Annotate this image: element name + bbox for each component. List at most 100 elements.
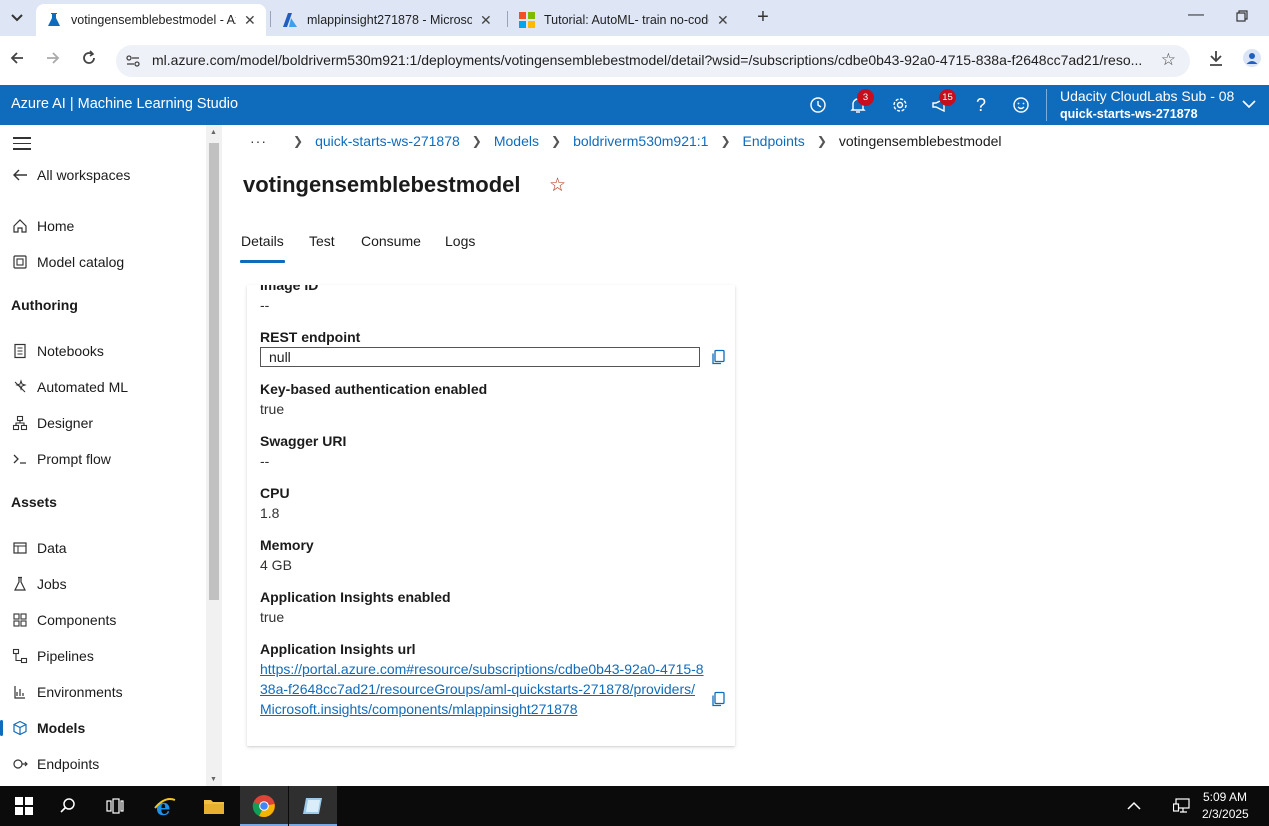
account-chevron-down-icon[interactable] bbox=[1242, 97, 1256, 111]
environments-icon bbox=[11, 683, 29, 701]
tab-logs[interactable]: Logs bbox=[445, 233, 475, 249]
sidebar-item-label: Model catalog bbox=[37, 254, 125, 270]
feedback-megaphone-icon[interactable]: 15 bbox=[930, 89, 956, 115]
reload-icon[interactable] bbox=[78, 49, 100, 71]
tab-test[interactable]: Test bbox=[309, 233, 335, 249]
restore-icon[interactable] bbox=[1232, 9, 1252, 27]
account-subscription-name[interactable]: Udacity CloudLabs Sub - 08 bbox=[1060, 88, 1234, 104]
header-divider bbox=[1046, 89, 1047, 121]
sidebar-item-prompt-flow[interactable]: Prompt flow bbox=[0, 444, 206, 474]
copy-endpoint-icon[interactable] bbox=[710, 349, 726, 365]
sidebar-item-automated-ml[interactable]: Automated ML bbox=[0, 372, 206, 402]
data-icon bbox=[11, 539, 29, 557]
sidebar-item-jobs[interactable]: Jobs bbox=[0, 569, 206, 599]
hamburger-menu-icon[interactable] bbox=[13, 137, 31, 154]
address-bar[interactable]: ml.azure.com/model/boldriverm530m921:1/d… bbox=[116, 45, 1190, 77]
browser-tab-active[interactable]: votingensemblebestmodel - Az ✕ bbox=[36, 4, 266, 36]
key-auth-value: true bbox=[260, 401, 285, 417]
tab-details[interactable]: Details bbox=[241, 233, 284, 249]
breadcrumb-models-link[interactable]: Models bbox=[494, 133, 539, 149]
cpu-label: CPU bbox=[260, 485, 290, 501]
sidebar-item-all-workspaces[interactable]: All workspaces bbox=[0, 160, 206, 190]
sidebar-item-model-catalog[interactable]: Model catalog bbox=[0, 247, 206, 277]
recent-history-icon[interactable] bbox=[808, 95, 828, 115]
browser-tab[interactable]: mlappinsight271878 - Microsoft ✕ bbox=[272, 4, 504, 36]
scroll-down-arrow-icon[interactable]: ▼ bbox=[210, 776, 217, 783]
breadcrumb-workspace-link[interactable]: quick-starts-ws-271878 bbox=[315, 133, 460, 149]
chevron-right-icon: ❯ bbox=[471, 134, 482, 148]
tab-consume[interactable]: Consume bbox=[361, 233, 421, 249]
network-icon[interactable] bbox=[1158, 786, 1206, 826]
notifications-bell-icon[interactable]: 3 bbox=[848, 89, 874, 115]
app-brand-title[interactable]: Azure AI | Machine Learning Studio bbox=[11, 96, 238, 112]
sidebar-item-label: Models bbox=[37, 720, 86, 736]
favorite-star-icon[interactable]: ☆ bbox=[549, 174, 566, 197]
rest-endpoint-field[interactable]: null bbox=[260, 347, 700, 367]
back-icon[interactable] bbox=[6, 49, 28, 71]
sidebar-scrollbar[interactable]: ▲ ▼ bbox=[206, 125, 222, 786]
url-text: ml.azure.com/model/boldriverm530m921:1/d… bbox=[152, 52, 1143, 68]
key-auth-label: Key-based authentication enabled bbox=[260, 381, 488, 397]
account-workspace-name[interactable]: quick-starts-ws-271878 bbox=[1060, 107, 1198, 121]
settings-gear-icon[interactable] bbox=[890, 95, 910, 115]
close-tab-icon[interactable]: ✕ bbox=[480, 12, 492, 29]
tab-title: votingensemblebestmodel - Az bbox=[71, 13, 236, 27]
close-tab-icon[interactable]: ✕ bbox=[244, 12, 256, 29]
breadcrumb-model-link[interactable]: boldriverm530m921:1 bbox=[573, 133, 708, 149]
sidebar-item-environments[interactable]: Environments bbox=[0, 677, 206, 707]
file-explorer-icon[interactable] bbox=[190, 786, 238, 826]
minimize-icon[interactable]: — bbox=[1186, 6, 1206, 24]
taskbar-clock-date[interactable]: 2/3/2025 bbox=[1202, 807, 1249, 821]
tab-title: mlappinsight271878 - Microsoft bbox=[307, 13, 472, 27]
new-tab-icon[interactable]: + bbox=[752, 6, 774, 28]
show-hidden-icons-chevron-icon[interactable] bbox=[1110, 786, 1158, 826]
app-insights-url-link[interactable]: https://portal.azure.com#resource/subscr… bbox=[260, 659, 705, 719]
tab-divider bbox=[507, 11, 508, 27]
browser-tab[interactable]: Tutorial: AutoML- train no-code ✕ bbox=[509, 4, 741, 36]
site-info-icon[interactable] bbox=[125, 53, 141, 69]
sidebar-item-components[interactable]: Components bbox=[0, 605, 206, 635]
remote-app-icon[interactable] bbox=[289, 786, 337, 826]
sidebar-item-data[interactable]: Data bbox=[0, 533, 206, 563]
components-icon bbox=[11, 611, 29, 629]
models-icon bbox=[11, 719, 29, 737]
forward-icon[interactable] bbox=[42, 49, 64, 71]
smiley-feedback-icon[interactable] bbox=[1011, 95, 1031, 115]
svg-text:e: e bbox=[156, 794, 171, 818]
sidebar-item-notebooks[interactable]: Notebooks bbox=[0, 336, 206, 366]
internet-explorer-icon[interactable]: e bbox=[141, 786, 189, 826]
memory-label: Memory bbox=[260, 537, 314, 553]
copy-url-icon[interactable] bbox=[710, 691, 726, 707]
breadcrumb-endpoints-link[interactable]: Endpoints bbox=[743, 133, 805, 149]
download-icon[interactable] bbox=[1207, 49, 1225, 72]
breadcrumb-more-icon[interactable]: ··· bbox=[250, 133, 267, 149]
sidebar-item-home[interactable]: Home bbox=[0, 211, 206, 241]
designer-icon bbox=[11, 414, 29, 432]
home-icon bbox=[11, 217, 29, 235]
sidebar-item-designer[interactable]: Designer bbox=[0, 408, 206, 438]
sidebar-item-pipelines[interactable]: Pipelines bbox=[0, 641, 206, 671]
close-tab-icon[interactable]: ✕ bbox=[717, 12, 729, 29]
scroll-up-arrow-icon[interactable]: ▲ bbox=[210, 129, 217, 136]
sidebar-item-models[interactable]: Models bbox=[0, 713, 206, 743]
scrollbar-thumb[interactable] bbox=[209, 143, 219, 600]
automated-ml-icon bbox=[11, 378, 29, 396]
arrow-left-icon bbox=[11, 166, 29, 184]
swagger-uri-label: Swagger URI bbox=[260, 433, 347, 449]
feedback-count-badge: 15 bbox=[939, 89, 956, 106]
breadcrumb: ··· ❯ quick-starts-ws-271878 ❯ Models ❯ … bbox=[250, 131, 1002, 151]
help-icon[interactable]: ? bbox=[971, 95, 991, 115]
sidebar-item-endpoints[interactable]: Endpoints bbox=[0, 749, 206, 779]
taskbar-search-icon[interactable] bbox=[44, 786, 92, 826]
browser-tab-strip: votingensemblebestmodel - Az ✕ mlappinsi… bbox=[0, 0, 1269, 36]
tab-search-chevron-icon[interactable] bbox=[6, 7, 28, 29]
chevron-right-icon: ❯ bbox=[551, 134, 562, 148]
breadcrumb-current: votingensemblebestmodel bbox=[838, 133, 1002, 149]
chrome-icon[interactable] bbox=[240, 786, 288, 826]
profile-icon[interactable] bbox=[1243, 49, 1261, 72]
taskbar-clock-time[interactable]: 5:09 AM bbox=[1203, 790, 1247, 804]
task-view-icon[interactable] bbox=[91, 786, 139, 826]
sidebar-item-label: Data bbox=[37, 540, 67, 556]
bookmark-star-icon[interactable]: ☆ bbox=[1161, 50, 1176, 70]
windows-start-icon[interactable] bbox=[0, 786, 48, 826]
